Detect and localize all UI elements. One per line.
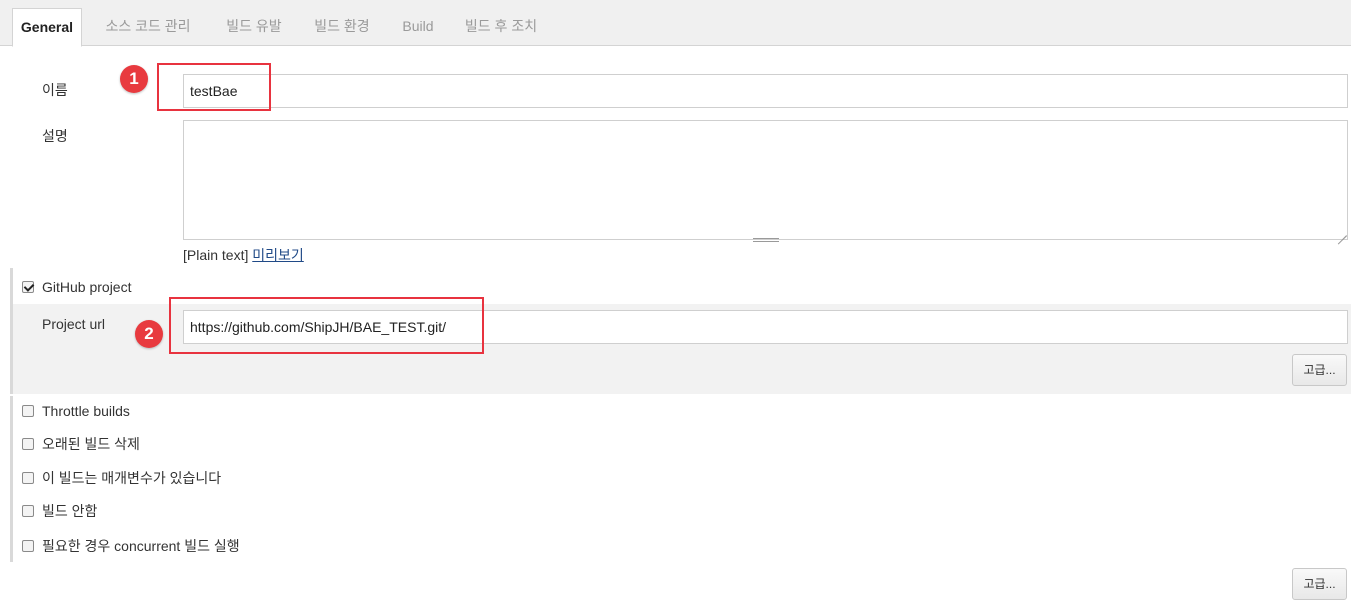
highlight-box-name — [157, 63, 271, 111]
advanced-button[interactable]: 고급... — [1292, 568, 1347, 600]
throttle-builds-checkbox[interactable] — [22, 405, 34, 417]
description-label: 설명 — [42, 128, 68, 144]
option-throttle-builds: Throttle builds — [22, 401, 130, 421]
name-label: 이름 — [42, 82, 68, 98]
discard-old-builds-checkbox[interactable] — [22, 438, 34, 450]
tab-build[interactable]: Build — [392, 8, 444, 46]
preview-link[interactable]: 미리보기 — [252, 247, 304, 263]
tab-bar: General 소스 코드 관리 빌드 유발 빌드 환경 Build 빌드 후 … — [0, 0, 1351, 47]
option-discard-old-builds: 오래된 빌드 삭제 — [22, 434, 140, 454]
tab-post-build-actions[interactable]: 빌드 후 조치 — [452, 8, 550, 46]
tab-general[interactable]: General — [12, 8, 82, 47]
disable-build-label: 빌드 안함 — [42, 503, 98, 519]
parameterized-build-checkbox[interactable] — [22, 472, 34, 484]
github-project-checkbox[interactable] — [22, 281, 34, 293]
github-project-label: GitHub project — [42, 279, 132, 295]
plain-text-label: [Plain text] — [183, 247, 249, 263]
preview-line: [Plain text] 미리보기 — [183, 245, 304, 265]
textarea-resize-grip[interactable] — [753, 238, 779, 242]
option-disable-build: 빌드 안함 — [22, 501, 97, 521]
concurrent-builds-checkbox[interactable] — [22, 540, 34, 552]
discard-old-builds-label: 오래된 빌드 삭제 — [42, 436, 140, 452]
options-section-border — [10, 396, 13, 562]
concurrent-builds-label: 필요한 경우 concurrent 빌드 실행 — [42, 538, 240, 554]
description-textarea[interactable] — [183, 120, 1348, 240]
annotation-badge-2: 2 — [135, 320, 163, 348]
github-advanced-button[interactable]: 고급... — [1292, 354, 1347, 386]
tab-build-triggers[interactable]: 빌드 유발 — [214, 8, 294, 46]
throttle-builds-label: Throttle builds — [42, 403, 130, 419]
resize-corner-icon[interactable] — [1337, 226, 1347, 236]
option-concurrent-builds: 필요한 경우 concurrent 빌드 실행 — [22, 536, 240, 556]
option-parameterized-build: 이 빌드는 매개변수가 있습니다 — [22, 468, 221, 488]
name-input[interactable] — [183, 74, 1348, 108]
tab-source-code-management[interactable]: 소스 코드 관리 — [92, 8, 204, 46]
github-project-option: GitHub project — [22, 277, 131, 297]
highlight-box-project-url — [169, 297, 484, 354]
disable-build-checkbox[interactable] — [22, 505, 34, 517]
parameterized-build-label: 이 빌드는 매개변수가 있습니다 — [42, 470, 222, 486]
annotation-badge-1: 1 — [120, 65, 148, 93]
project-url-label: Project url — [42, 316, 106, 332]
tab-build-environment[interactable]: 빌드 환경 — [302, 8, 382, 46]
